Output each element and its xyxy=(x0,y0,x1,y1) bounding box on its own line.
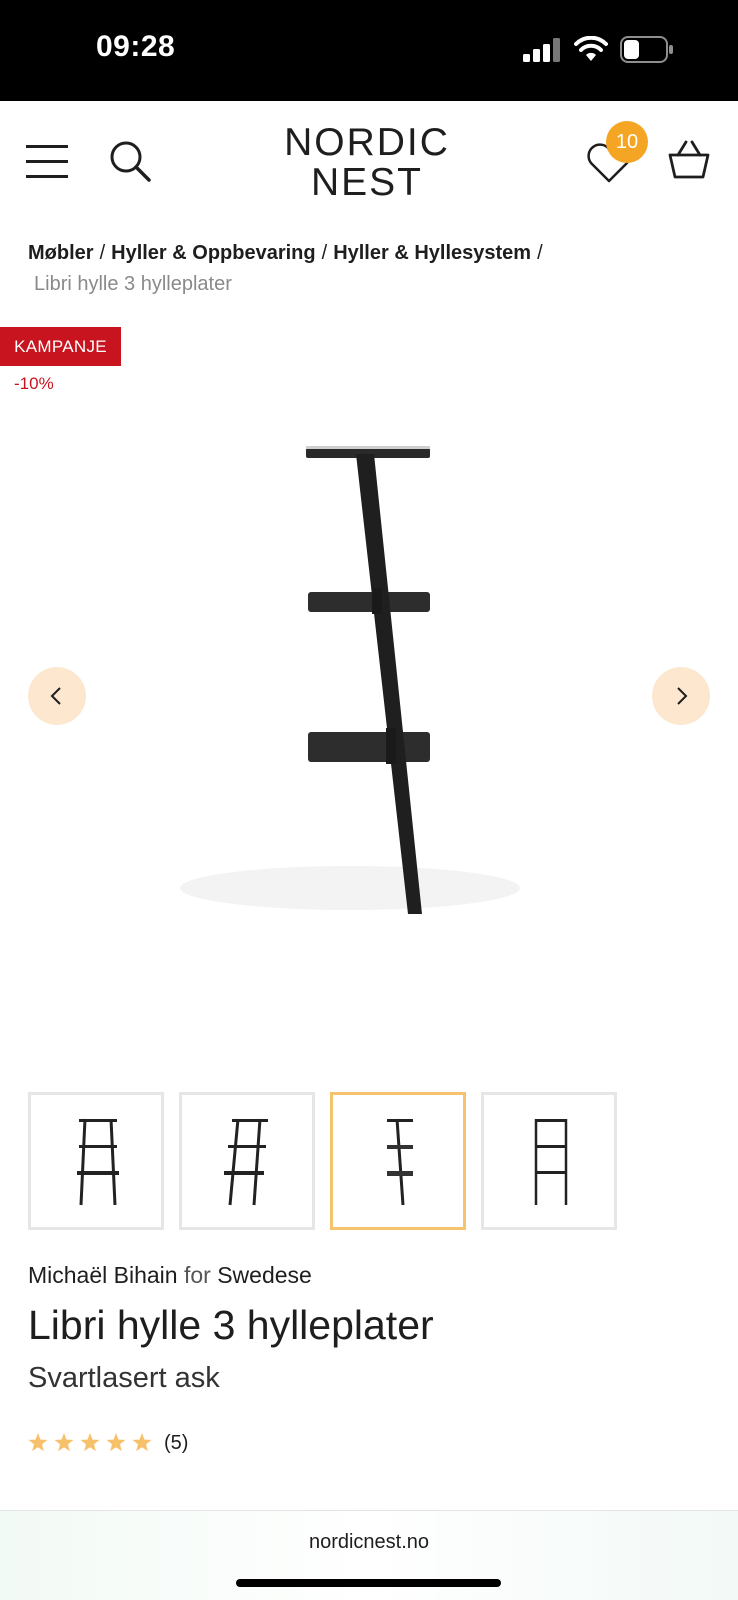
star-icon xyxy=(28,1433,48,1452)
breadcrumb: Møbler / Hyller & Oppbevaring / Hyller & Hyl… xyxy=(28,238,718,300)
discount-label: -10% xyxy=(14,374,54,393)
thumbnail-1[interactable] xyxy=(28,1092,164,1230)
site-logo[interactable]: NORDIC NEST xyxy=(282,123,452,203)
brand-name[interactable]: Swedese xyxy=(217,1262,312,1288)
url-text: nordicnest.no xyxy=(308,1531,430,1553)
thumbnail-image xyxy=(387,1118,413,1206)
breadcrumb-separator: / xyxy=(99,242,106,264)
basket-icon[interactable] xyxy=(666,137,712,183)
search-icon[interactable] xyxy=(108,139,152,183)
logo-line-2: NEST xyxy=(310,161,423,204)
wifi-icon xyxy=(574,36,608,61)
status-time: 09:28 xyxy=(96,30,176,63)
breadcrumb-separator: / xyxy=(321,242,328,264)
promo-badge: KAMPANJE xyxy=(0,327,121,366)
breadcrumb-item-hyller-oppbevaring[interactable]: Hyller & Oppbevaring xyxy=(111,242,316,264)
signal-icon xyxy=(523,38,560,62)
designer-name[interactable]: Michaël Bihain xyxy=(28,1262,178,1288)
breadcrumb-current: Libri hylle 3 hylleplater xyxy=(34,273,232,295)
rating-stars xyxy=(28,1433,152,1452)
breadcrumb-item-hyller-hyllesystem[interactable]: Hyller & Hyllesystem xyxy=(333,242,531,264)
thumbnail-2[interactable] xyxy=(179,1092,315,1230)
thumbnail-image xyxy=(224,1118,268,1206)
rating-count: (5) xyxy=(164,1432,189,1454)
carousel-prev-button[interactable] xyxy=(28,667,86,725)
star-icon xyxy=(106,1433,126,1452)
browser-url-bar[interactable]: nordicnest.no xyxy=(0,1511,738,1600)
chevron-right-icon xyxy=(677,687,688,705)
chevron-left-icon xyxy=(50,687,61,705)
thumbnail-image xyxy=(77,1118,119,1206)
product-title: Libri hylle 3 hylleplater xyxy=(28,1302,434,1348)
breadcrumb-separator: / xyxy=(537,242,543,264)
menu-icon[interactable] xyxy=(26,143,70,181)
designer-for-text: for xyxy=(183,1262,211,1288)
wishlist-count-badge: 10 xyxy=(606,121,648,163)
home-indicator[interactable] xyxy=(236,1579,501,1587)
star-icon xyxy=(54,1433,74,1452)
thumbnail-image xyxy=(534,1119,568,1205)
product-image xyxy=(180,446,520,914)
battery-icon xyxy=(620,36,673,63)
status-bar: 09:28 xyxy=(0,0,738,101)
thumbnail-3[interactable] xyxy=(330,1092,466,1230)
star-icon xyxy=(132,1433,152,1452)
site-header: NORDIC NEST 10 xyxy=(0,101,738,221)
product-variant: Svartlasert ask xyxy=(28,1362,220,1394)
carousel-next-button[interactable] xyxy=(652,667,710,725)
designer-line: Michaël Bihain for Swedese xyxy=(28,1262,312,1289)
star-icon xyxy=(80,1433,100,1452)
thumbnail-4[interactable] xyxy=(481,1092,617,1230)
logo-line-1: NORDIC xyxy=(284,121,450,164)
breadcrumb-item-mobler[interactable]: Møbler xyxy=(28,242,94,264)
